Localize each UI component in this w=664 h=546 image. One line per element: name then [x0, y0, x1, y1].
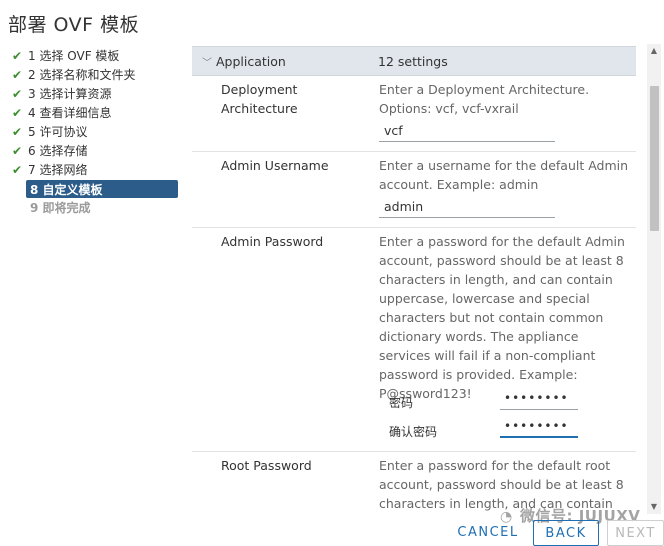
setting-name: Root Password	[221, 458, 312, 473]
deployment-architecture-input[interactable]: vcf	[379, 120, 555, 142]
step-6[interactable]: ✔ 6 选择存储	[10, 141, 178, 160]
step-label: 7 选择网络	[28, 163, 88, 177]
password-input[interactable]: ••••••••	[500, 388, 578, 410]
scroll-up-icon[interactable]: ▲	[647, 44, 661, 58]
check-icon: ✔	[12, 86, 23, 101]
admin-username-input[interactable]: admin	[379, 196, 555, 218]
confirm-password-input[interactable]: ••••••••	[500, 416, 578, 438]
check-icon: ✔	[12, 48, 23, 63]
setting-deployment-architecture: Deployment Architecture Enter a Deployme…	[192, 76, 636, 152]
setting-description: Enter a password for the default Admin a…	[379, 234, 625, 401]
setting-description: Enter a Deployment Architecture. Options…	[379, 82, 590, 116]
setting-name: Deployment Architecture	[221, 82, 298, 116]
section-header-application[interactable]: ﹀ Application 12 settings	[192, 46, 636, 76]
scrollbar-thumb[interactable]	[650, 86, 659, 231]
vertical-scrollbar[interactable]: ▲ ▼	[647, 44, 661, 514]
wizard-steps: ✔ 1 选择 OVF 模板 ✔ 2 选择名称和文件夹 ✔ 3 选择计算资源 ✔ 4 查看…	[10, 46, 178, 217]
setting-admin-username: Admin Username Enter a username for the …	[192, 152, 636, 228]
step-label: 6 选择存储	[28, 144, 88, 158]
settings-panel: ﹀ Application 12 settings Deployment Arc…	[192, 46, 636, 514]
password-label: 密码	[389, 396, 414, 410]
cancel-button[interactable]: CANCEL	[452, 520, 524, 546]
step-label: 8 自定义模板	[30, 182, 103, 197]
confirm-password-label: 确认密码	[389, 425, 438, 439]
setting-name: Admin Password	[221, 234, 324, 249]
setting-name: Admin Username	[221, 158, 329, 173]
check-icon: ✔	[12, 124, 23, 139]
step-7[interactable]: ✔ 7 选择网络	[10, 160, 178, 179]
scroll-down-icon[interactable]: ▼	[647, 500, 661, 514]
step-5[interactable]: ✔ 5 许可协议	[10, 122, 178, 141]
step-label: 9 即将完成	[30, 201, 91, 215]
step-label: 5 许可协议	[28, 125, 88, 139]
step-9: ✔9 即将完成	[10, 198, 178, 217]
section-title: Application	[216, 53, 286, 69]
step-2[interactable]: ✔ 2 选择名称和文件夹	[10, 65, 178, 84]
wizard-footer: CANCEL BACK NEXT	[0, 520, 664, 546]
step-label: 3 选择计算资源	[28, 87, 112, 101]
check-icon: ✔	[12, 143, 23, 158]
step-1[interactable]: ✔ 1 选择 OVF 模板	[10, 46, 178, 65]
wizard-title: 部署 OVF 模板	[8, 14, 140, 36]
check-icon: ✔	[12, 162, 23, 177]
next-button[interactable]: NEXT	[607, 520, 664, 546]
check-icon: ✔	[12, 105, 23, 120]
step-label: 4 查看详细信息	[28, 106, 112, 120]
back-button[interactable]: BACK	[533, 520, 599, 546]
step-label: 2 选择名称和文件夹	[28, 68, 136, 82]
step-3[interactable]: ✔ 3 选择计算资源	[10, 84, 178, 103]
step-8[interactable]: ✔8 自定义模板	[26, 180, 178, 198]
chevron-down-icon[interactable]: ﹀	[192, 54, 216, 69]
check-icon: ✔	[12, 67, 23, 82]
section-count: 12 settings	[378, 53, 448, 69]
step-4[interactable]: ✔ 4 查看详细信息	[10, 103, 178, 122]
step-label: 1 选择 OVF 模板	[28, 49, 120, 63]
setting-description: Enter a username for the default Admin a…	[379, 158, 629, 192]
setting-admin-password: Admin Password Enter a password for the …	[192, 228, 636, 452]
